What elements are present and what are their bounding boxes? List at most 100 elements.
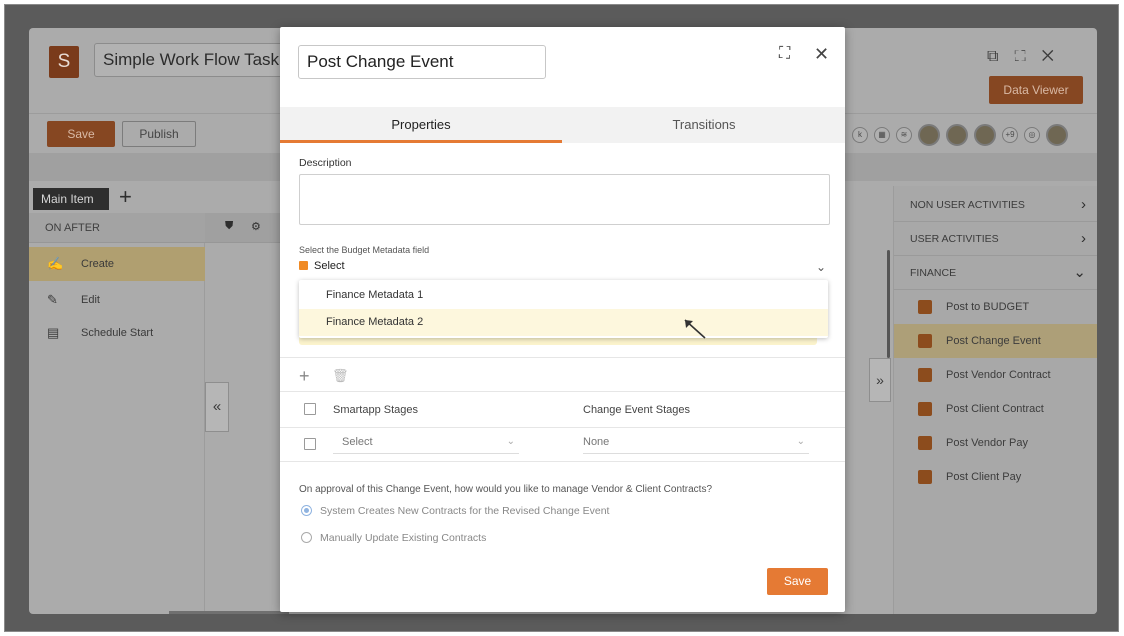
dropdown-option-finance-metadata-1[interactable]: Finance Metadata 1 (299, 282, 828, 309)
select-value: None (583, 436, 610, 448)
trigger-label: Schedule Start (81, 327, 154, 339)
scrollbar[interactable] (887, 250, 890, 358)
chevron-down-icon: ⌄ (506, 436, 515, 447)
delete-row-icon[interactable]: 🗑 (332, 368, 349, 384)
budget-metadata-select[interactable]: Select ⌄ (299, 260, 830, 280)
section-label: USER ACTIVITIES (910, 233, 999, 245)
main-item-tab[interactable]: Main Item (33, 188, 109, 210)
radio-button[interactable] (301, 505, 312, 516)
fullscreen-icon[interactable]: ⛶ (1014, 48, 1041, 65)
shield-icon[interactable]: ⛊ (225, 220, 233, 233)
k-icon[interactable]: k (852, 127, 868, 143)
section-user-activities[interactable]: USER ACTIVITIES › (894, 222, 1097, 256)
budget-metadata-dropdown: Finance Metadata 1 Finance Metadata 2 (299, 280, 828, 338)
smartapp-stage-select[interactable]: Select ⌄ (333, 436, 519, 454)
activity-label: Post Client Pay (946, 471, 1022, 483)
trigger-label: Edit (81, 294, 100, 306)
vendor-pay-icon (918, 436, 932, 450)
chevron-down-icon: ⌄ (796, 436, 805, 447)
add-row-icon[interactable]: + (299, 366, 310, 387)
change-event-stage-select[interactable]: None ⌄ (583, 436, 809, 454)
divider (280, 427, 845, 428)
trigger-item-create[interactable]: ✍ Create (29, 247, 205, 281)
add-tab-icon[interactable]: + (119, 184, 132, 210)
window-controls: ⧉⛶✕ (987, 48, 1070, 66)
approval-question: On approval of this Change Event, how wo… (299, 484, 713, 495)
budget-icon (918, 300, 932, 314)
radio-manually-update-contracts[interactable]: Manually Update Existing Contracts (301, 532, 486, 544)
section-label: NON USER ACTIVITIES (910, 199, 1025, 211)
vendor-contract-icon (918, 368, 932, 382)
trigger-item-schedule-start[interactable]: ▤ Schedule Start (29, 316, 205, 350)
activity-label: Post Vendor Contract (946, 369, 1051, 381)
pen-icon: ✎ (47, 292, 58, 307)
activity-name-input[interactable]: Post Change Event (298, 45, 546, 79)
collaborator-count-badge[interactable]: +9 (1002, 127, 1018, 143)
hand-pen-icon: ✍ (47, 256, 64, 271)
trigger-item-edit[interactable]: ✎ Edit (29, 283, 205, 317)
save-button[interactable]: Save (47, 121, 115, 147)
activities-panel: NON USER ACTIVITIES › USER ACTIVITIES › … (893, 186, 1097, 614)
open-external-icon[interactable]: ⧉ (987, 48, 1014, 65)
activity-label: Post Vendor Pay (946, 437, 1028, 449)
radio-label: System Creates New Contracts for the Rev… (320, 505, 610, 517)
calc-icon[interactable]: ≋ (896, 127, 912, 143)
activity-post-vendor-pay[interactable]: Post Vendor Pay (894, 426, 1097, 460)
avatar[interactable] (918, 124, 940, 146)
activity-post-to-budget[interactable]: Post to BUDGET (894, 290, 1097, 324)
horizontal-scrollbar[interactable] (169, 611, 289, 614)
close-icon[interactable]: ✕ (1042, 48, 1070, 65)
smartapp-stages-header: Smartapp Stages (333, 404, 418, 416)
fullscreen-icon[interactable]: ⛶ (779, 45, 790, 63)
divider (280, 357, 845, 358)
client-pay-icon (918, 470, 932, 484)
activity-label: Post Change Event (946, 335, 1041, 347)
publish-button[interactable]: Publish (122, 121, 196, 147)
budget-icon (299, 261, 308, 270)
collapse-left-panel-button[interactable]: « (205, 382, 229, 432)
activity-label: Post to BUDGET (946, 301, 1030, 313)
radio-button[interactable] (301, 532, 312, 543)
gear-icon[interactable]: ⚙ (251, 220, 261, 233)
chat-icon[interactable]: ◎ (1024, 127, 1040, 143)
select-value: Select (342, 436, 373, 448)
chevron-right-icon: › (1081, 230, 1086, 247)
row-checkbox[interactable] (304, 438, 316, 450)
avatar[interactable] (974, 124, 996, 146)
dropdown-option-finance-metadata-2[interactable]: Finance Metadata 2 (299, 309, 828, 336)
tab-properties[interactable]: Properties (280, 107, 562, 143)
user-avatar[interactable] (1046, 124, 1068, 146)
activity-post-vendor-contract[interactable]: Post Vendor Contract (894, 358, 1097, 392)
chevron-right-icon: › (1081, 196, 1086, 213)
select-value: Select (314, 260, 345, 272)
avatar[interactable] (946, 124, 968, 146)
activity-post-client-pay[interactable]: Post Client Pay (894, 460, 1097, 494)
activity-post-client-contract[interactable]: Post Client Contract (894, 392, 1097, 426)
section-non-user-activities[interactable]: NON USER ACTIVITIES › (894, 188, 1097, 222)
workflow-title-input[interactable]: Simple Work Flow Task (94, 43, 304, 77)
tab-transitions[interactable]: Transitions (563, 107, 845, 143)
mouse-cursor-icon (684, 319, 706, 339)
activity-label: Post Client Contract (946, 403, 1044, 415)
expand-right-panel-button[interactable]: » (869, 358, 891, 402)
client-contract-icon (918, 402, 932, 416)
chevron-down-icon: ⌄ (1073, 264, 1086, 281)
data-viewer-button[interactable]: Data Viewer (989, 76, 1083, 104)
dialog-save-button[interactable]: Save (767, 568, 828, 595)
divider (280, 391, 845, 392)
description-label: Description (299, 157, 352, 169)
activity-post-change-event[interactable]: Post Change Event (894, 324, 1097, 358)
close-icon[interactable]: ✕ (814, 44, 829, 65)
radio-system-creates-contracts[interactable]: System Creates New Contracts for the Rev… (301, 505, 609, 517)
chevron-down-icon: ⌄ (815, 260, 826, 274)
grid-icon[interactable]: ▦ (874, 127, 890, 143)
description-textarea[interactable] (299, 174, 830, 225)
calendar-clock-icon: ▤ (47, 325, 60, 340)
section-finance[interactable]: FINANCE ⌄ (894, 256, 1097, 290)
collaborator-bar: k ▦ ≋ +9 ◎ (852, 123, 1068, 147)
budget-field-label: Select the Budget Metadata field (299, 245, 430, 255)
dialog-tabs: Properties Transitions (280, 107, 845, 143)
section-label: FINANCE (910, 267, 957, 279)
select-all-checkbox[interactable] (304, 403, 316, 415)
change-event-icon (918, 334, 932, 348)
